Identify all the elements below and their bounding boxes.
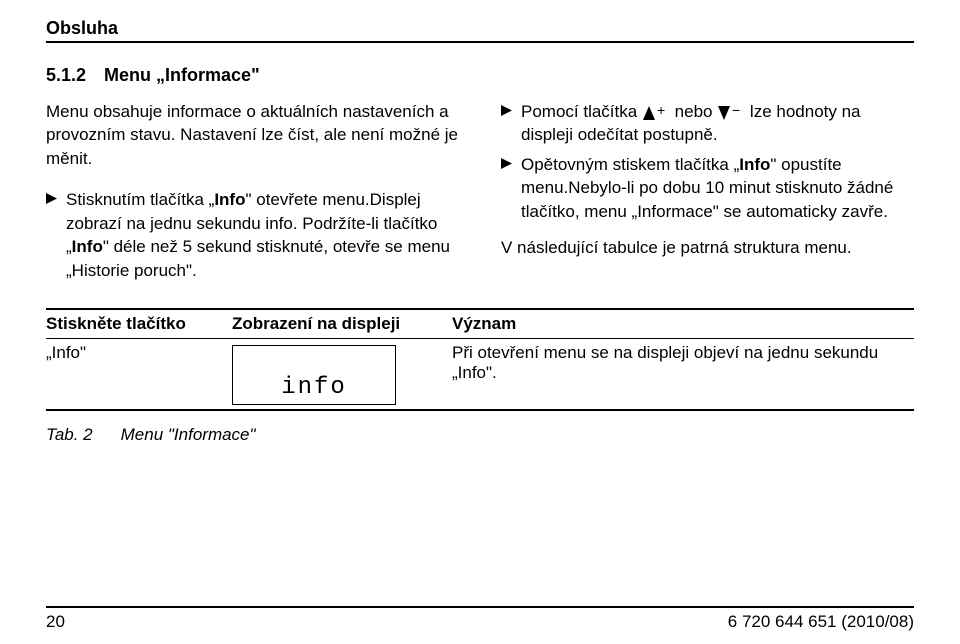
two-columns: Menu obsahuje informace o aktuálních nas… — [46, 100, 914, 288]
triangle-up-plus-icon: + — [642, 105, 670, 121]
table-caption: Tab. 2 Menu "Informace" — [46, 425, 914, 445]
bullet-text: Opětovným stiskem tlačítka „Info" opustí… — [521, 153, 914, 223]
table-cell: Při otevření menu se na displeji objeví … — [452, 339, 914, 409]
running-head: Obsluha — [46, 18, 914, 39]
page-number: 20 — [46, 612, 65, 632]
table-row: „Info" info Při otevření menu se na disp… — [46, 339, 914, 409]
column-right: Pomocí tlačítka + nebo − lze hodnoty na … — [501, 100, 914, 288]
bullet-right-2: Opětovným stiskem tlačítka „Info" opustí… — [501, 153, 914, 223]
bullet-text: Stisknutím tlačítka „Info" otevřete menu… — [66, 188, 459, 282]
svg-text:+: + — [657, 105, 665, 118]
table-header-row: Stiskněte tlačítko Zobrazení na displeji… — [46, 310, 914, 339]
bullet-text: Pomocí tlačítka + nebo − lze hodnoty na … — [521, 100, 914, 147]
table-header-cell: Zobrazení na displeji — [232, 310, 452, 338]
triangle-right-icon — [501, 153, 521, 223]
caption-text: Menu "Informace" — [121, 425, 256, 444]
triangle-right-icon — [46, 188, 66, 282]
table-cell: info — [232, 339, 452, 409]
info-table: Stiskněte tlačítko Zobrazení na displeji… — [46, 308, 914, 411]
column-left: Menu obsahuje informace o aktuálních nas… — [46, 100, 459, 288]
table-header-cell: Význam — [452, 310, 914, 338]
triangle-right-icon — [501, 100, 521, 147]
display-text: info — [281, 374, 347, 401]
table-cell: „Info" — [46, 339, 232, 409]
section-heading: 5.1.2 Menu „Informace" — [46, 65, 914, 86]
caption-label: Tab. 2 — [46, 425, 93, 444]
table-header-cell: Stiskněte tlačítko — [46, 310, 232, 338]
rule-top — [46, 41, 914, 43]
display-box: info — [232, 345, 396, 405]
bullet-left-1: Stisknutím tlačítka „Info" otevřete menu… — [46, 188, 459, 282]
page-footer: 20 6 720 644 651 (2010/08) — [46, 606, 914, 632]
bullet-right-1: Pomocí tlačítka + nebo − lze hodnoty na … — [501, 100, 914, 147]
after-paragraph: V následující tabulce je patrná struktur… — [501, 237, 914, 259]
document-reference: 6 720 644 651 (2010/08) — [728, 612, 914, 632]
section-title: Menu „Informace" — [104, 65, 260, 85]
intro-paragraph: Menu obsahuje informace o aktuálních nas… — [46, 100, 459, 170]
svg-text:−: − — [732, 105, 740, 118]
triangle-down-minus-icon: − — [717, 105, 745, 121]
section-number: 5.1.2 — [46, 65, 86, 86]
